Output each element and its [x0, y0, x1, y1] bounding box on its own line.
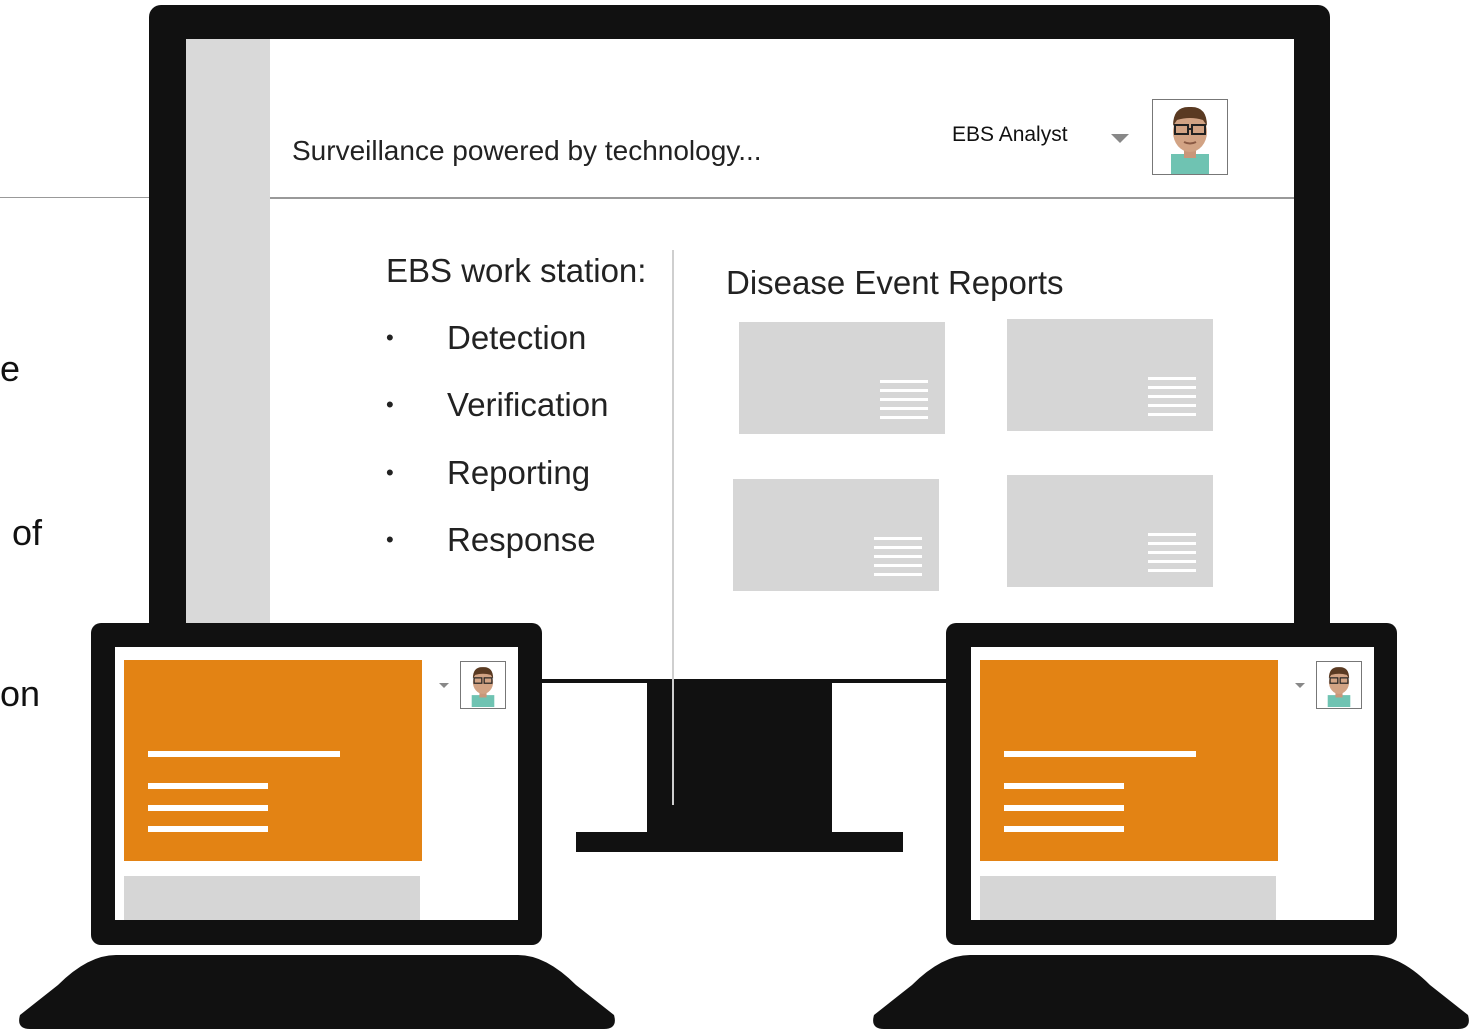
left-laptop-keyboard: [16, 955, 618, 1029]
header-divider: [270, 197, 1294, 199]
monitor-neck: [647, 660, 832, 835]
right-laptop-keyboard: [870, 955, 1472, 1029]
list-item-verification[interactable]: Verification: [447, 386, 608, 424]
tagline: Surveillance powered by technology...: [292, 135, 762, 166]
caret-down-icon[interactable]: [1295, 683, 1305, 688]
analyst-avatar-icon[interactable]: [1316, 661, 1362, 709]
left-text-fragment-2: of: [12, 512, 43, 553]
analyst-avatar-icon[interactable]: [1152, 99, 1228, 175]
report-card[interactable]: [739, 322, 945, 434]
list-item-reporting[interactable]: Reporting: [447, 454, 590, 492]
caret-down-icon[interactable]: [1111, 134, 1129, 143]
divider-line: [0, 197, 160, 198]
report-card[interactable]: [1007, 475, 1213, 587]
left-laptop-screen: [115, 647, 518, 920]
report-card[interactable]: [1007, 319, 1213, 431]
workstation-title: EBS work station:: [386, 252, 647, 289]
left-text-fragment-3: on: [0, 673, 41, 714]
monitor-base: [576, 832, 903, 852]
caret-down-icon[interactable]: [439, 683, 449, 688]
bullet-icon: •: [386, 527, 394, 552]
right-laptop-placeholder: [980, 876, 1276, 920]
monitor-screen: Surveillance powered by technology... EB…: [186, 39, 1294, 679]
user-name[interactable]: EBS Analyst: [952, 123, 1068, 147]
reports-title: Disease Event Reports: [726, 264, 1064, 301]
bullet-icon: •: [386, 392, 394, 417]
list-item-detection[interactable]: Detection: [447, 319, 586, 357]
report-card[interactable]: [733, 479, 939, 591]
left-laptop-placeholder: [124, 876, 420, 920]
bullet-icon: •: [386, 325, 394, 350]
right-laptop-banner: [980, 660, 1278, 861]
list-item-response[interactable]: Response: [447, 521, 596, 559]
left-laptop-banner: [124, 660, 422, 861]
column-divider: [672, 250, 674, 805]
analyst-avatar-icon[interactable]: [460, 661, 506, 709]
left-text-fragment-1: e: [0, 348, 21, 389]
sidebar: [186, 39, 270, 679]
right-laptop-screen: [971, 647, 1374, 920]
bullet-icon: •: [386, 460, 394, 485]
